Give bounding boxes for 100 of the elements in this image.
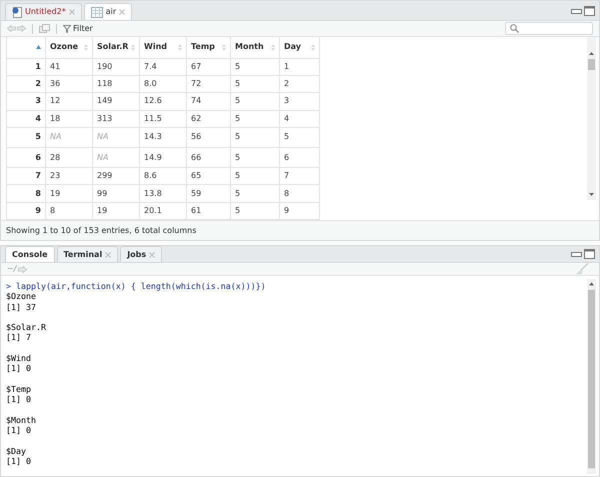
close-icon[interactable]: [68, 9, 75, 15]
column-header[interactable]: Month: [230, 37, 280, 58]
close-icon[interactable]: [105, 252, 112, 258]
back-icon[interactable]: [7, 25, 16, 32]
table-cell: 149: [92, 92, 140, 110]
table-cell: 12.6: [140, 92, 186, 110]
table-cell: 13.8: [140, 184, 186, 202]
sort-icon[interactable]: [311, 44, 315, 51]
column-header[interactable]: Day: [280, 37, 320, 58]
console-tab[interactable]: Console: [5, 246, 54, 262]
table-cell: 5: [230, 168, 280, 185]
table-cell: 59: [186, 184, 230, 202]
scrollbar[interactable]: [587, 37, 596, 200]
search-icon: [510, 24, 519, 33]
row-number: 6: [6, 147, 46, 168]
row-number: 1: [6, 58, 46, 76]
row-number: 3: [6, 92, 46, 110]
table-cell: 5: [230, 147, 280, 168]
table-cell: 5: [230, 58, 280, 76]
console-tab[interactable]: Jobs: [120, 246, 162, 262]
output-line: $Month: [6, 414, 37, 426]
row-number: 2: [6, 75, 46, 93]
table-cell: 12: [46, 92, 92, 110]
table-cell: 3: [280, 92, 320, 110]
table-summary: Showing 1 to 10 of 153 entries, 6 total columns: [6, 224, 196, 236]
row-number: 8: [6, 184, 46, 202]
column-header[interactable]: Temp: [186, 37, 230, 58]
maximize-icon[interactable]: [584, 249, 595, 259]
table-cell: 118: [92, 75, 140, 93]
console-tab[interactable]: Terminal: [56, 246, 118, 262]
filter-icon: [63, 24, 71, 32]
scrollbar[interactable]: [587, 279, 596, 474]
editor-tab[interactable]: Untitled2*: [5, 3, 82, 20]
table-cell: 2: [280, 75, 320, 93]
table-cell: 99: [92, 184, 140, 202]
close-icon[interactable]: [119, 9, 126, 15]
column-header[interactable]: Ozone: [46, 37, 92, 58]
table-cell: 8: [280, 184, 320, 202]
maximize-icon[interactable]: [584, 6, 595, 16]
table-cell: 5: [230, 75, 280, 93]
output-line: [1] 0: [6, 425, 32, 436]
arrow-icon[interactable]: [18, 266, 28, 272]
output-line: [1] 7: [6, 332, 32, 343]
sort-icon[interactable]: [131, 44, 135, 51]
search-field[interactable]: [505, 22, 593, 35]
column-header[interactable]: Wind: [140, 37, 186, 58]
table-cell: 5: [230, 110, 280, 128]
table-cell: 7.4: [140, 58, 186, 76]
table-cell: 11.5: [140, 110, 186, 128]
table-cell: 62: [186, 110, 230, 128]
output-line: $Temp: [6, 384, 32, 394]
table-cell: 7: [280, 168, 320, 185]
filter-button[interactable]: Filter: [63, 22, 93, 34]
table-cell: NA: [92, 127, 140, 148]
sort-icon[interactable]: [222, 44, 226, 51]
sort-icon[interactable]: [178, 44, 182, 51]
forward-icon[interactable]: [17, 25, 26, 32]
minimize-icon[interactable]: [571, 251, 582, 257]
editor-tab[interactable]: air: [84, 3, 132, 20]
sort-icon[interactable]: [271, 44, 275, 51]
output-line: $Ozone: [6, 291, 37, 302]
table-cell: 8.0: [140, 75, 186, 93]
close-icon[interactable]: [149, 252, 156, 258]
table-cell: 5: [280, 127, 320, 148]
table-cell: NA: [46, 127, 92, 148]
table-cell: 41: [46, 58, 92, 76]
table-cell: 5: [230, 127, 280, 148]
table-cell: 14.9: [140, 147, 186, 168]
table-cell: 65: [186, 168, 230, 185]
table-cell: 36: [46, 75, 92, 93]
row-number: 5: [6, 127, 46, 148]
table-cell: 6: [280, 147, 320, 168]
table-cell: 190: [92, 58, 140, 76]
table-cell: 72: [186, 75, 230, 93]
popout-icon[interactable]: [39, 24, 50, 33]
table-cell: 14.3: [140, 127, 186, 148]
table-cell: 74: [186, 92, 230, 110]
output-line: [1] 37: [6, 302, 37, 312]
sort-ascending-icon[interactable]: [36, 45, 41, 50]
column-header[interactable]: Solar.R: [92, 37, 140, 58]
table-cell: 1: [280, 58, 320, 76]
script-file-icon: [12, 6, 22, 18]
row-number: 4: [6, 110, 46, 128]
working-directory: ~/: [7, 263, 16, 275]
output-line: $Solar.R: [6, 322, 47, 332]
table-icon: [90, 6, 103, 18]
table-cell: 67: [186, 58, 230, 76]
table-cell: 299: [92, 168, 140, 185]
table-cell: 56: [186, 127, 230, 148]
table-cell: 313: [92, 110, 140, 128]
table-cell: 4: [280, 110, 320, 128]
table-cell: 8.6: [140, 168, 186, 185]
table-cell: 5: [230, 92, 280, 110]
table-cell: 18: [46, 110, 92, 128]
minimize-icon[interactable]: [571, 8, 582, 14]
output-line: $Wind: [6, 353, 32, 364]
table-cell: 23: [46, 168, 92, 185]
output-line: [1] 0: [6, 394, 32, 405]
sort-icon[interactable]: [84, 44, 88, 51]
table-cell: 19: [46, 184, 92, 202]
